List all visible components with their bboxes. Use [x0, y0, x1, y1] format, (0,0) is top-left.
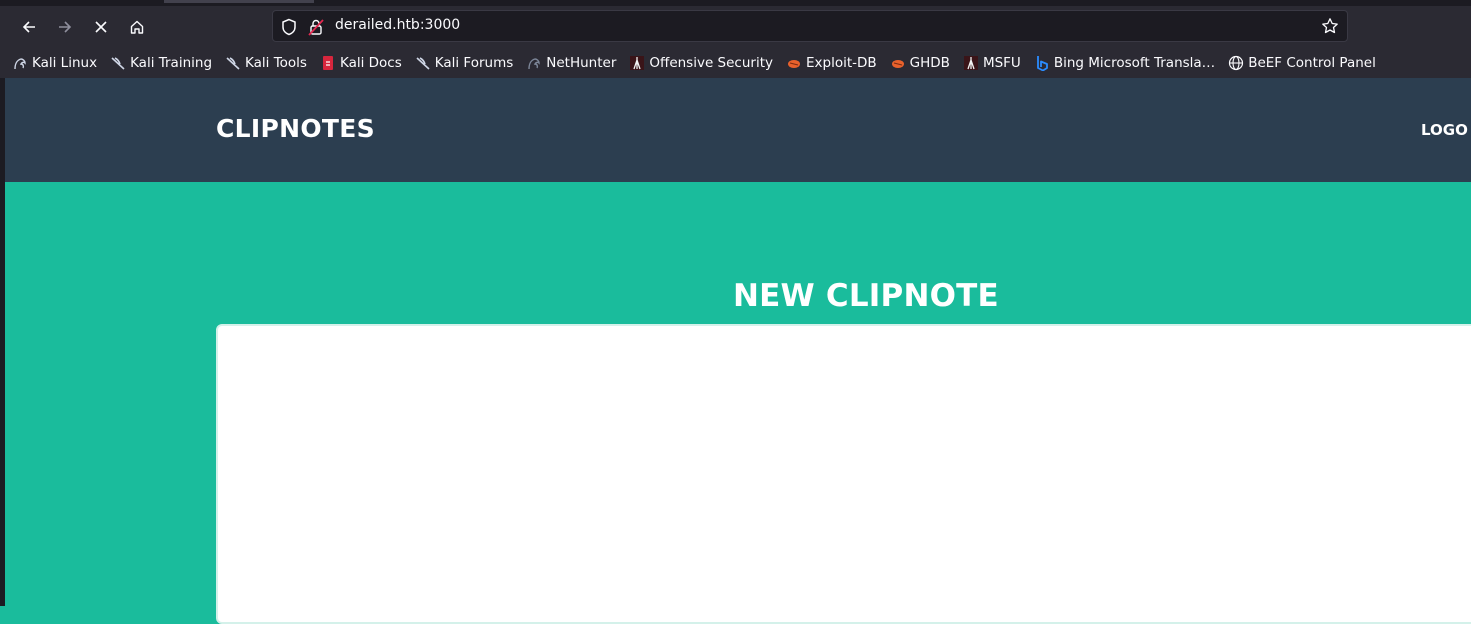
bookmark-star-icon[interactable] [1321, 17, 1339, 35]
kali-docs-icon [322, 56, 333, 70]
bookmark-offensive-security[interactable]: Offensive Security [629, 55, 773, 71]
bookmark-beef-control-panel[interactable]: BeEF Control Panel [1228, 55, 1376, 71]
bing-icon [1036, 56, 1048, 71]
active-tab[interactable] [164, 0, 314, 3]
offsec-icon [963, 56, 978, 70]
insecure-lock-icon[interactable] [308, 18, 324, 36]
bookmark-kali-linux[interactable]: Kali Linux [12, 55, 97, 71]
offsec-icon [630, 56, 645, 70]
bookmark-label: Kali Tools [245, 55, 307, 71]
bookmark-label: Kali Training [130, 55, 213, 71]
bookmark-kali-forums[interactable]: Kali Forums [415, 55, 514, 71]
forward-button[interactable] [53, 15, 77, 39]
bookmark-nethunter[interactable]: NetHunter [526, 55, 616, 71]
bookmark-kali-tools[interactable]: Kali Tools [225, 55, 307, 71]
bookmark-label: Offensive Security [649, 55, 773, 71]
forward-arrow-icon [59, 21, 72, 33]
bookmark-label: BeEF Control Panel [1248, 55, 1376, 71]
bookmark-label: Bing Microsoft Transla… [1053, 55, 1216, 71]
site-brand[interactable]: CLIPNOTES [216, 114, 375, 143]
kali-dragon-icon [416, 57, 430, 70]
bookmark-label: Exploit-DB [806, 55, 877, 71]
bookmark-ghdb[interactable]: GHDB [890, 55, 950, 71]
kali-dragon-icon [528, 58, 540, 70]
back-button[interactable] [17, 15, 41, 39]
bookmark-exploit-db[interactable]: Exploit-DB [786, 55, 877, 71]
bookmarks-toolbar: Kali Linux Kali Training Kali Tools Kali… [0, 48, 1471, 78]
back-arrow-icon [22, 21, 35, 33]
shield-icon[interactable] [281, 18, 297, 36]
bookmark-kali-training[interactable]: Kali Training [110, 55, 212, 71]
bookmark-label: MSFU [982, 55, 1021, 71]
bookmark-label: Kali Docs [339, 55, 402, 71]
globe-icon [1229, 55, 1244, 71]
bookmark-msfu[interactable]: MSFU [963, 55, 1021, 71]
exploit-db-icon [788, 60, 800, 68]
kali-dragon-icon [14, 58, 26, 70]
clipnote-textarea[interactable] [216, 324, 1471, 624]
close-icon [95, 21, 107, 33]
exploit-db-icon [891, 60, 904, 68]
site-navbar: CLIPNOTES LOGO [5, 78, 1471, 182]
address-bar[interactable]: derailed.htb:3000 [272, 10, 1348, 42]
browser-toolbar: derailed.htb:3000 [0, 6, 1471, 48]
bookmark-bing-translator[interactable]: Bing Microsoft Transla… [1034, 55, 1215, 71]
bookmark-label: GHDB [909, 55, 950, 71]
nav-link-logo[interactable]: LOGO [1421, 121, 1468, 139]
bookmark-label: Kali Linux [32, 55, 98, 71]
kali-dragon-icon [111, 57, 125, 70]
bookmark-label: Kali Forums [434, 55, 514, 71]
home-icon [130, 20, 144, 34]
page-title: NEW CLIPNOTE [733, 278, 999, 314]
bookmark-kali-docs[interactable]: Kali Docs [320, 55, 402, 71]
bookmark-label: NetHunter [546, 55, 617, 71]
home-button[interactable] [125, 15, 149, 39]
url-text: derailed.htb:3000 [335, 17, 461, 33]
stop-loading-button[interactable] [89, 15, 113, 39]
kali-dragon-icon [226, 57, 240, 70]
